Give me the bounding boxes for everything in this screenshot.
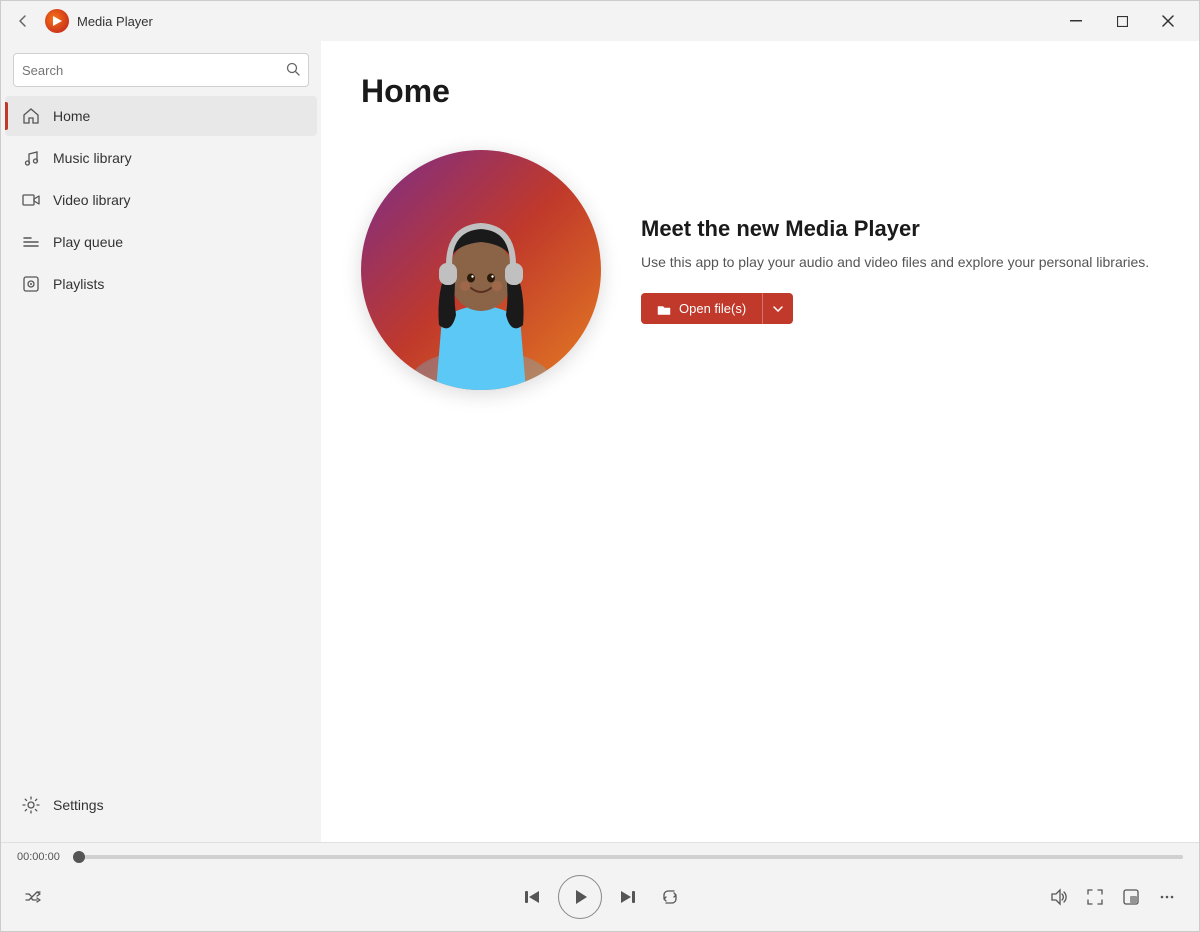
title-bar: Media Player [1,1,1199,41]
sidebar-item-video-library[interactable]: Video library [5,180,317,220]
progress-track[interactable] [79,855,1183,859]
music-icon [21,148,41,168]
content-area: Home [321,41,1199,842]
settings-icon [21,795,41,815]
title-bar-left: Media Player [9,7,153,35]
play-button[interactable] [558,875,602,919]
minimize-button[interactable] [1053,5,1099,37]
sidebar-item-playlists[interactable]: Playlists [5,264,317,304]
sidebar-item-label-music: Music library [53,150,132,166]
player-bar: 00:00:00 [1,842,1199,931]
search-box[interactable] [13,53,309,87]
time-display: 00:00:00 [17,851,67,863]
app-logo [45,9,69,33]
progress-thumb [73,851,85,863]
hero-illustration [361,150,601,390]
more-options-button[interactable] [1151,881,1183,913]
search-icon [286,62,300,79]
mini-player-button[interactable] [1115,881,1147,913]
sidebar-item-label-queue: Play queue [53,234,123,250]
video-icon [21,190,41,210]
sidebar-item-label-home: Home [53,108,90,124]
window-controls [1053,5,1191,37]
playlists-icon [21,274,41,294]
sidebar-item-label-playlists: Playlists [53,276,104,292]
open-files-dropdown-button[interactable] [762,293,793,324]
back-button[interactable] [9,7,37,35]
queue-icon [21,232,41,252]
hero-title: Meet the new Media Player [641,216,1159,242]
next-button[interactable] [610,879,646,915]
hero-description: Use this app to play your audio and vide… [641,252,1159,273]
app-body: Home Music library Video library [1,41,1199,842]
sidebar-item-label-video: Video library [53,192,131,208]
sidebar-item-play-queue[interactable]: Play queue [5,222,317,262]
repeat-button[interactable] [654,881,686,913]
right-controls [1043,881,1183,913]
hero-text: Meet the new Media Player Use this app t… [641,216,1159,324]
hero-section: Meet the new Media Player Use this app t… [361,150,1159,390]
center-controls [514,875,686,919]
close-button[interactable] [1145,5,1191,37]
open-files-label: Open file(s) [679,301,746,316]
shuffle-button[interactable] [17,881,49,913]
fullscreen-button[interactable] [1079,881,1111,913]
main-content: Home [321,41,1199,842]
sidebar-item-music-library[interactable]: Music library [5,138,317,178]
player-controls [1,867,1199,931]
home-icon [21,106,41,126]
app-title: Media Player [77,14,153,29]
open-files-button[interactable]: Open file(s) [641,293,762,324]
progress-bar-container: 00:00:00 [1,843,1199,867]
sidebar: Home Music library Video library [1,41,321,842]
settings-label: Settings [53,797,104,813]
sidebar-bottom: Settings [1,784,321,834]
previous-button[interactable] [514,879,550,915]
sidebar-item-settings[interactable]: Settings [5,785,317,825]
left-controls [17,881,49,913]
maximize-button[interactable] [1099,5,1145,37]
sidebar-item-home[interactable]: Home [5,96,317,136]
open-files-group: Open file(s) [641,293,1159,324]
search-input[interactable] [22,63,286,78]
page-title: Home [361,73,1159,110]
volume-button[interactable] [1043,881,1075,913]
